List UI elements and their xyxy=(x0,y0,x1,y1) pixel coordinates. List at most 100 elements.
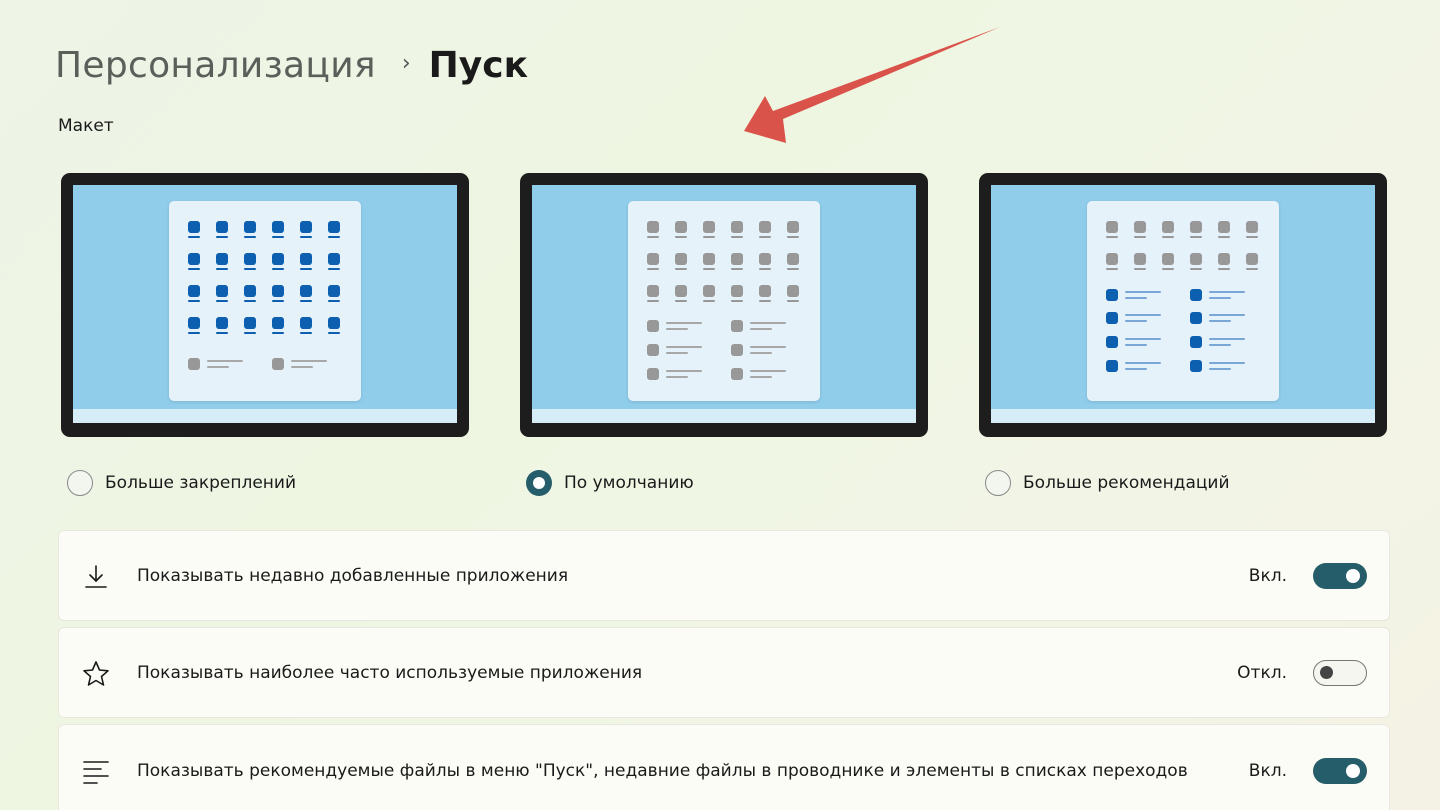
preview-screen xyxy=(73,185,457,423)
taskbar-preview xyxy=(991,409,1375,423)
pinned-app-tile xyxy=(216,317,228,329)
pinned-app-tile xyxy=(272,221,284,233)
preview-screen xyxy=(532,185,916,423)
pinned-app-tile xyxy=(188,285,200,297)
pinned-app-tile xyxy=(1218,253,1230,265)
setting-row-recommended-files: Показывать рекомендуемые файлы в меню "П… xyxy=(58,724,1390,810)
layout-preview-default[interactable] xyxy=(520,173,928,437)
tile-label-line xyxy=(647,268,659,270)
radio-button[interactable] xyxy=(985,470,1011,496)
star-icon xyxy=(83,661,109,686)
tile-label-line xyxy=(272,332,284,334)
download-icon xyxy=(85,565,107,588)
layout-preview-more-recommendations[interactable] xyxy=(979,173,1387,437)
pinned-app-tile xyxy=(759,253,771,265)
preview-screen xyxy=(991,185,1375,423)
pinned-app-tile xyxy=(787,221,799,233)
tile-label-line xyxy=(216,332,228,334)
tile-label-line xyxy=(272,236,284,238)
pinned-app-tile xyxy=(703,221,715,233)
recommended-item-line xyxy=(750,376,772,378)
pinned-app-tile xyxy=(272,253,284,265)
radio-option-more-pins[interactable]: Больше закреплений xyxy=(67,470,296,496)
radio-button[interactable] xyxy=(67,470,93,496)
toggle-state-label: Вкл. xyxy=(1248,761,1287,781)
pinned-app-tile xyxy=(1162,221,1174,233)
tile-label-line xyxy=(1218,236,1230,238)
recommended-item-line xyxy=(1209,362,1245,364)
pinned-app-tile xyxy=(244,285,256,297)
radio-button[interactable] xyxy=(526,470,552,496)
tile-label-line xyxy=(1190,268,1202,270)
tile-label-line xyxy=(731,268,743,270)
setting-row-recently-added: Показывать недавно добавленные приложени… xyxy=(58,530,1390,621)
tile-label-line xyxy=(647,236,659,238)
tile-label-line xyxy=(216,236,228,238)
recommended-item-line xyxy=(1125,314,1161,316)
recommended-item-line xyxy=(666,346,702,348)
pinned-app-tile xyxy=(675,253,687,265)
pinned-app-tile xyxy=(675,221,687,233)
recommended-item-line xyxy=(1125,297,1147,299)
recommended-item-icon xyxy=(1190,360,1202,372)
pinned-app-tile xyxy=(1106,221,1118,233)
tile-label-line xyxy=(244,300,256,302)
recommended-item-line xyxy=(1209,368,1231,370)
recommended-item-line xyxy=(666,352,688,354)
pinned-app-tile xyxy=(216,221,228,233)
tile-label-line xyxy=(1190,236,1202,238)
toggle-switch[interactable] xyxy=(1313,659,1367,686)
tile-label-line xyxy=(188,236,200,238)
radio-option-default[interactable]: По умолчанию xyxy=(526,470,694,496)
tile-label-line xyxy=(1106,236,1118,238)
pinned-app-tile xyxy=(244,317,256,329)
breadcrumb-personalization[interactable]: Персонализация xyxy=(55,45,376,86)
pinned-app-tile xyxy=(188,221,200,233)
recommended-item-line xyxy=(750,370,786,372)
recommended-item-icon xyxy=(1106,336,1118,348)
tile-label-line xyxy=(328,300,340,302)
taskbar-preview xyxy=(73,409,457,423)
tile-label-line xyxy=(1246,236,1258,238)
pinned-app-tile xyxy=(300,221,312,233)
toggle-switch[interactable] xyxy=(1313,562,1367,589)
recommended-item-icon xyxy=(647,344,659,356)
pinned-app-tile xyxy=(731,285,743,297)
tile-label-line xyxy=(759,300,771,302)
start-menu-preview xyxy=(169,201,361,401)
pinned-app-tile xyxy=(188,253,200,265)
tile-label-line xyxy=(216,268,228,270)
layout-preview-more-pins[interactable] xyxy=(61,173,469,437)
tile-label-line xyxy=(216,300,228,302)
tile-label-line xyxy=(787,236,799,238)
recommended-item-icon xyxy=(272,358,284,370)
page-title: Пуск xyxy=(428,44,529,86)
setting-label: Показывать наиболее часто используемые п… xyxy=(137,662,643,683)
tile-label-line xyxy=(731,300,743,302)
tile-label-line xyxy=(328,268,340,270)
tile-label-line xyxy=(703,300,715,302)
tile-label-line xyxy=(300,236,312,238)
recommended-item-line xyxy=(1209,291,1245,293)
tile-label-line xyxy=(188,332,200,334)
pinned-app-tile xyxy=(244,253,256,265)
radio-option-more-recommendations[interactable]: Больше рекомендаций xyxy=(985,470,1230,496)
recommended-item-line xyxy=(1125,362,1161,364)
toggle-switch[interactable] xyxy=(1313,758,1367,784)
tile-label-line xyxy=(188,300,200,302)
taskbar-preview xyxy=(532,409,916,423)
recommended-item-line xyxy=(666,328,688,330)
pinned-app-tile xyxy=(1106,253,1118,265)
recommended-item-icon xyxy=(1190,312,1202,324)
tile-label-line xyxy=(675,268,687,270)
recommended-item-line xyxy=(1125,368,1147,370)
tile-label-line xyxy=(328,332,340,334)
tile-label-line xyxy=(675,236,687,238)
radio-label: По умолчанию xyxy=(564,473,694,493)
start-menu-preview xyxy=(1087,201,1279,401)
pinned-app-tile xyxy=(1246,221,1258,233)
recommended-item-icon xyxy=(188,358,200,370)
pinned-app-tile xyxy=(647,253,659,265)
recommended-item-line xyxy=(291,360,327,362)
recommended-item-icon xyxy=(647,320,659,332)
